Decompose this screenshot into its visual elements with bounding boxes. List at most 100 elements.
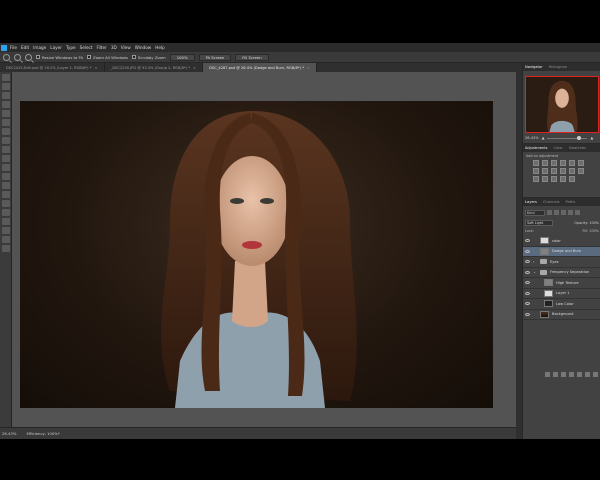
menu-edit[interactable]: Edit	[21, 45, 29, 50]
tab-navigator[interactable]: Navigator	[525, 65, 543, 69]
crop-tool-icon[interactable]	[1, 110, 10, 117]
menu-image[interactable]: Image	[33, 45, 46, 50]
path-select-tool-icon[interactable]	[1, 218, 10, 225]
tab-paths[interactable]: Paths	[566, 200, 576, 204]
eye-icon[interactable]	[525, 291, 530, 295]
menu-window[interactable]: Window	[135, 45, 152, 50]
tab-swatches[interactable]: Swatches	[569, 146, 586, 150]
quick-select-tool-icon[interactable]	[1, 101, 10, 108]
menu-layer[interactable]: Layer	[50, 45, 62, 50]
chevron-right-icon[interactable]: ›	[533, 260, 537, 264]
shape-filter-icon[interactable]	[568, 210, 573, 215]
tab-color[interactable]: Color	[554, 146, 563, 150]
healing-brush-tool-icon[interactable]	[1, 128, 10, 135]
adjustment-layer-icon[interactable]	[569, 371, 574, 377]
hue-saturation-icon[interactable]	[533, 168, 539, 174]
fill-screen-button[interactable]: Fill Screen	[235, 53, 269, 61]
layer-row[interactable]: High Texture	[523, 278, 600, 289]
vibrance-icon[interactable]	[569, 160, 575, 166]
layer-group-row[interactable]: › Eyes	[523, 257, 600, 268]
tab-layers[interactable]: Layers	[525, 200, 537, 204]
mask-icon[interactable]	[561, 371, 566, 377]
brush-tool-icon[interactable]	[1, 137, 10, 144]
chevron-down-icon[interactable]: ⌄	[533, 270, 537, 274]
layer-row[interactable]: Layer 1	[523, 289, 600, 299]
zoom-out-icon[interactable]	[25, 53, 32, 61]
brightness-contrast-icon[interactable]	[533, 160, 539, 166]
photo-filter-icon[interactable]	[560, 168, 566, 174]
color-lookup-icon[interactable]	[578, 168, 584, 174]
menu-type[interactable]: Type	[66, 45, 76, 50]
zoom-100-button[interactable]: 100%	[169, 53, 195, 61]
tab-document-1[interactable]: DSC2415-Edit.psd @ 16.2% (Layer 1, RGB/8…	[0, 63, 105, 72]
smart-object-filter-icon[interactable]	[575, 210, 580, 215]
type-tool-icon[interactable]	[1, 209, 10, 216]
layer-group-row[interactable]: ⌄ Frequency Separation	[523, 268, 600, 278]
marquee-tool-icon[interactable]	[1, 83, 10, 90]
portrait-image[interactable]	[20, 101, 493, 408]
tab-document-3[interactable]: DSC_4287.psd @ 26.4% (Dodge and Burn, RG…	[203, 63, 317, 72]
navigator-thumbnail[interactable]	[525, 76, 599, 133]
zoom-all-windows-checkbox[interactable]: Zoom All Windows	[87, 55, 128, 60]
tab-document-2[interactable]: _DSC2245.JPG @ 33.3% (Group 2, RGB/8*) *…	[105, 63, 204, 72]
new-layer-icon[interactable]	[585, 371, 590, 377]
eye-icon[interactable]	[525, 312, 530, 316]
channel-mixer-icon[interactable]	[569, 168, 575, 174]
curves-icon[interactable]	[551, 160, 557, 166]
eraser-tool-icon[interactable]	[1, 164, 10, 171]
eye-icon[interactable]	[525, 249, 530, 253]
fill-value[interactable]: 100%	[589, 229, 599, 233]
clone-stamp-tool-icon[interactable]	[1, 146, 10, 153]
close-icon[interactable]: ×	[193, 66, 196, 70]
dodge-tool-icon[interactable]	[1, 191, 10, 198]
gradient-map-icon[interactable]	[560, 176, 566, 182]
black-white-icon[interactable]	[551, 168, 557, 174]
close-icon[interactable]: ×	[95, 66, 98, 70]
gradient-triangle-icon[interactable]	[578, 160, 584, 166]
zoom-tool-icon[interactable]	[1, 245, 10, 252]
zoom-tool-icon[interactable]	[3, 53, 10, 61]
tab-adjustments[interactable]: Adjustments	[525, 146, 548, 150]
lasso-tool-icon[interactable]	[1, 92, 10, 99]
trash-icon[interactable]	[593, 371, 598, 377]
new-group-icon[interactable]	[577, 371, 582, 377]
tab-channels[interactable]: Channels	[543, 200, 560, 204]
eye-icon[interactable]	[525, 239, 530, 243]
status-efficiency[interactable]: Efficiency: 100%*	[26, 431, 59, 436]
zoom-out-icon[interactable]: ▲	[542, 136, 545, 140]
slider-knob[interactable]	[577, 135, 582, 140]
levels-icon[interactable]	[542, 160, 548, 166]
navigator-zoom-value[interactable]: 26.43%	[525, 136, 539, 140]
menu-help[interactable]: Help	[155, 45, 165, 50]
eye-icon[interactable]	[525, 270, 530, 274]
menu-select[interactable]: Select	[80, 45, 93, 50]
exposure-icon[interactable]	[560, 160, 566, 166]
opacity-value[interactable]: 100%	[589, 221, 599, 225]
menu-filter[interactable]: Filter	[96, 45, 106, 50]
eye-icon[interactable]	[525, 302, 530, 306]
posterize-icon[interactable]	[542, 176, 548, 182]
pen-tool-icon[interactable]	[1, 200, 10, 207]
blur-tool-icon[interactable]	[1, 182, 10, 189]
type-filter-icon[interactable]	[561, 210, 566, 215]
link-icon[interactable]	[545, 371, 550, 377]
adjustment-filter-icon[interactable]	[554, 210, 559, 215]
status-zoom[interactable]: 26.43%	[2, 431, 16, 436]
zoom-in-icon[interactable]	[14, 53, 21, 61]
zoom-in-icon[interactable]: ▲	[590, 136, 593, 140]
layer-row[interactable]: Low Color	[523, 299, 600, 310]
eye-icon[interactable]	[525, 260, 530, 264]
photoshop-logo-icon[interactable]	[1, 44, 7, 51]
pixel-filter-icon[interactable]	[547, 210, 552, 215]
gradient-tool-icon[interactable]	[1, 173, 10, 180]
color-balance-icon[interactable]	[542, 168, 548, 174]
layer-kind-filter[interactable]: Kind	[525, 209, 545, 216]
threshold-icon[interactable]	[551, 176, 557, 182]
hand-tool-icon[interactable]	[1, 236, 10, 243]
shape-tool-icon[interactable]	[1, 227, 10, 234]
selective-color-icon[interactable]	[569, 176, 575, 182]
fit-screen-button[interactable]: Fit Screen	[198, 53, 232, 61]
layer-row[interactable]: Background	[523, 310, 600, 320]
history-brush-tool-icon[interactable]	[1, 155, 10, 162]
menu-3d[interactable]: 3D	[111, 45, 117, 50]
